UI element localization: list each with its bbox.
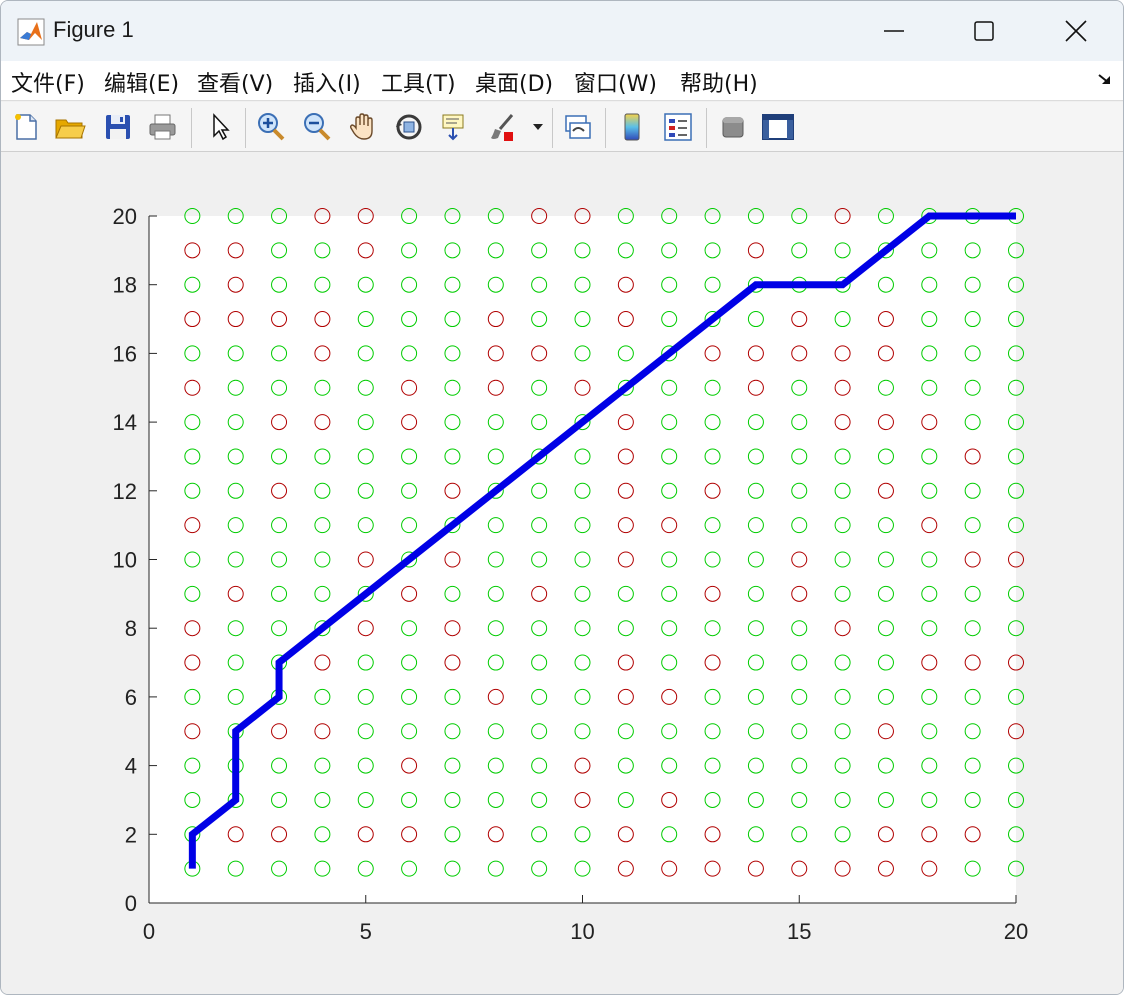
toolbar-separator	[552, 108, 553, 148]
save-icon[interactable]	[101, 110, 135, 144]
link-plot-icon[interactable]	[561, 110, 595, 144]
y-tick-label: 18	[113, 273, 137, 298]
axes-background	[149, 216, 1016, 903]
toolbar	[1, 102, 1123, 152]
maximize-icon	[974, 21, 994, 41]
menu-file[interactable]: 文件(F)	[11, 66, 85, 98]
y-tick-label: 10	[113, 548, 137, 573]
menu-view[interactable]: 查看(V)	[197, 66, 273, 98]
y-tick-label: 4	[125, 754, 137, 779]
x-tick-label: 0	[143, 919, 155, 944]
dock-arrow-icon[interactable]	[1097, 71, 1113, 87]
zoom-out-icon[interactable]	[300, 110, 334, 144]
x-tick-label: 10	[570, 919, 594, 944]
menu-tools[interactable]: 工具(T)	[381, 66, 456, 98]
figure-window: Figure 1 文件(F) 编辑(E) 查看(V) 插入(I) 工具(T) 桌…	[0, 0, 1124, 995]
toolbar-separator	[605, 108, 606, 148]
close-icon	[1065, 20, 1087, 42]
legend-icon[interactable]	[661, 110, 695, 144]
y-tick-label: 2	[125, 822, 137, 847]
toolbar-separator	[245, 108, 246, 148]
matlab-logo-icon	[17, 18, 45, 46]
figure-canvas: 0 5 10 15 20 0 2 4 6 8 10 12 14 16 18 20	[1, 153, 1123, 994]
window-title: Figure 1	[53, 17, 134, 42]
plot-canvas[interactable]: 0 5 10 15 20 0 2 4 6 8 10 12 14 16 18 20	[1, 153, 1123, 994]
y-tick-label: 14	[113, 410, 137, 435]
x-tick-label: 20	[1004, 919, 1028, 944]
menu-insert[interactable]: 插入(I)	[293, 66, 361, 98]
colorbar-icon[interactable]	[615, 110, 649, 144]
y-tick-label: 0	[125, 891, 137, 916]
y-tick-label: 8	[125, 616, 137, 641]
zoom-in-icon[interactable]	[254, 110, 288, 144]
brush-icon[interactable]	[486, 110, 520, 144]
menu-desktop[interactable]: 桌面(D)	[475, 66, 553, 98]
minimize-icon	[884, 30, 904, 32]
x-tick-label: 15	[787, 919, 811, 944]
brush-dropdown-icon[interactable]	[528, 110, 548, 144]
close-button[interactable]	[1031, 1, 1121, 61]
menu-window[interactable]: 窗口(W)	[574, 66, 657, 98]
toolbar-separator	[706, 108, 707, 148]
open-file-icon[interactable]	[53, 110, 87, 144]
rotate-3d-icon[interactable]	[392, 110, 426, 144]
y-tick-label: 16	[113, 341, 137, 366]
title-bar[interactable]: Figure 1	[1, 1, 1123, 61]
pointer-icon[interactable]	[202, 110, 236, 144]
minimize-button[interactable]	[849, 1, 939, 61]
maximize-button[interactable]	[939, 1, 1029, 61]
pan-hand-icon[interactable]	[346, 110, 380, 144]
y-tick-label: 12	[113, 479, 137, 504]
y-tick-label: 20	[113, 204, 137, 229]
menu-bar: 文件(F) 编辑(E) 查看(V) 插入(I) 工具(T) 桌面(D) 窗口(W…	[1, 61, 1123, 101]
menu-help[interactable]: 帮助(H)	[680, 66, 758, 98]
menu-edit[interactable]: 编辑(E)	[104, 66, 179, 98]
x-tick-label: 5	[360, 919, 372, 944]
new-figure-icon[interactable]	[9, 110, 43, 144]
print-icon[interactable]	[146, 110, 180, 144]
show-plot-tools-icon[interactable]	[761, 110, 795, 144]
y-tick-label: 6	[125, 685, 137, 710]
toolbar-separator	[191, 108, 192, 148]
data-cursor-icon[interactable]	[438, 110, 472, 144]
hide-plot-tools-icon[interactable]	[716, 110, 750, 144]
